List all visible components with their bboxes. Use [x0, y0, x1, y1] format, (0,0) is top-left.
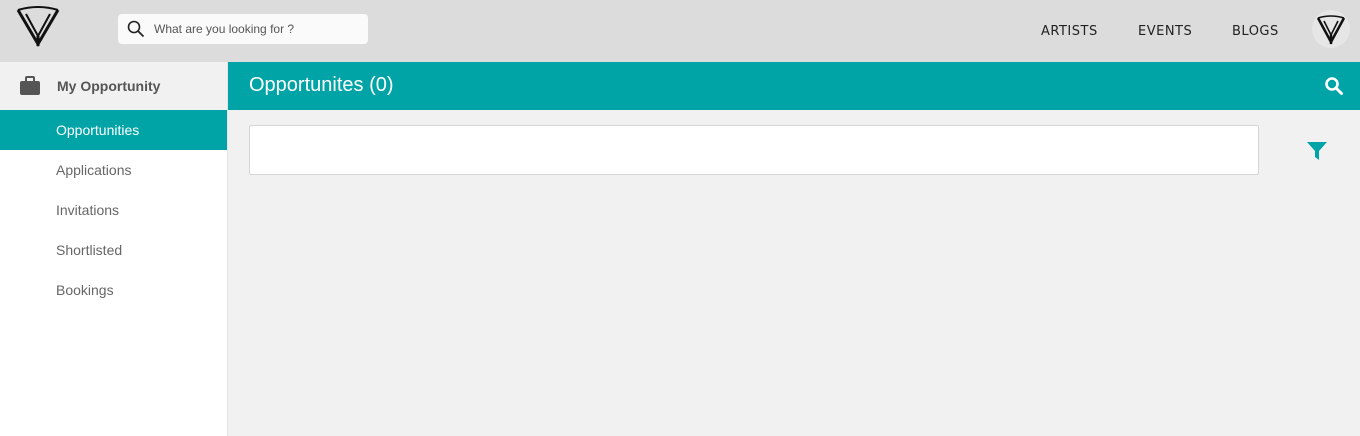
page-title: Opportunites (0) — [249, 74, 394, 96]
sidebar-item-bookings[interactable]: Bookings — [0, 270, 227, 310]
sidebar-section-title: My Opportunity — [57, 78, 161, 94]
global-search — [118, 14, 368, 44]
sidebar: My Opportunity Opportunities Application… — [0, 62, 228, 436]
nav-events-link[interactable]: EVENTS — [1138, 0, 1192, 62]
nav-blogs-link[interactable]: BLOGS — [1232, 0, 1279, 62]
search-icon[interactable] — [118, 14, 154, 44]
briefcase-icon — [20, 76, 40, 95]
sidebar-item-opportunities[interactable]: Opportunities — [0, 110, 227, 150]
search-input[interactable] — [154, 22, 354, 36]
sidebar-item-shortlisted[interactable]: Shortlisted — [0, 230, 227, 270]
user-avatar[interactable] — [1312, 10, 1350, 48]
search-icon[interactable] — [1324, 76, 1344, 96]
opportunities-list — [249, 125, 1259, 175]
sidebar-section-header: My Opportunity — [0, 62, 227, 110]
y-logo-icon[interactable] — [16, 6, 60, 48]
sidebar-item-invitations[interactable]: Invitations — [0, 190, 227, 230]
nav-artists-link[interactable]: ARTISTS — [1041, 0, 1098, 62]
sidebar-item-applications[interactable]: Applications — [0, 150, 227, 190]
top-navbar: ARTISTS EVENTS BLOGS — [0, 0, 1360, 62]
filter-icon[interactable] — [1306, 140, 1328, 162]
content-header: Opportunites (0) — [228, 62, 1360, 110]
